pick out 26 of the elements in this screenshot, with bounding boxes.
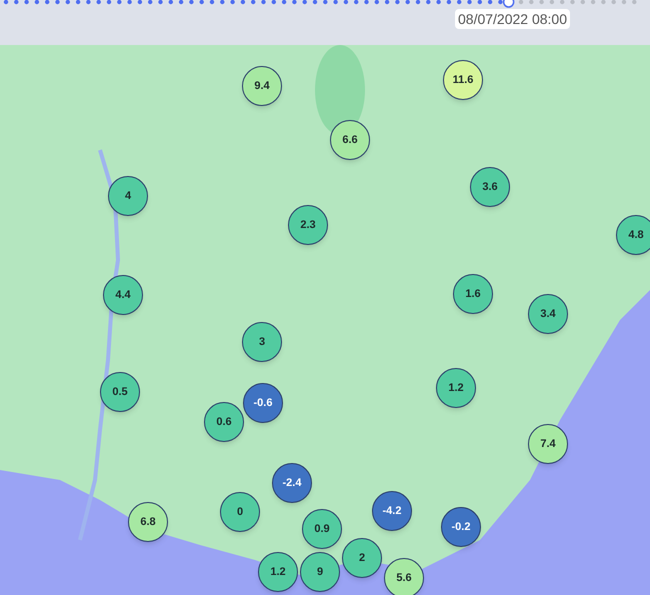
map-marker[interactable]: 1.2 [436,368,476,408]
map-marker[interactable]: 11.6 [443,60,483,100]
map-marker[interactable]: 7.4 [528,424,568,464]
map-marker[interactable]: -0.2 [441,507,481,547]
map-marker[interactable]: -2.4 [272,463,312,503]
map-marker[interactable]: 5.6 [384,558,424,595]
map-marker[interactable]: 0.5 [100,372,140,412]
map-marker[interactable]: 1.6 [453,274,493,314]
map-marker[interactable]: -4.2 [372,491,412,531]
map-marker[interactable]: 6.6 [330,120,370,160]
map-marker[interactable]: 0.9 [302,509,342,549]
map-marker[interactable]: 0 [220,492,260,532]
map-marker[interactable]: 4 [108,176,148,216]
map-marker[interactable]: 2 [342,538,382,578]
map-marker[interactable]: 3.6 [470,167,510,207]
map-marker[interactable]: 6.8 [128,502,168,542]
map-marker[interactable]: 9 [300,552,340,592]
map-marker[interactable]: 3 [242,322,282,362]
map-marker[interactable]: 3.4 [528,294,568,334]
map-marker[interactable]: 0.6 [204,402,244,442]
map-marker[interactable]: 4.8 [616,215,650,255]
map-marker[interactable]: 9.4 [242,66,282,106]
map-marker[interactable]: 2.3 [288,205,328,245]
map-marker[interactable]: 1.2 [258,552,298,592]
map-marker[interactable]: -0.6 [243,383,283,423]
map-marker[interactable]: 4.4 [103,275,143,315]
